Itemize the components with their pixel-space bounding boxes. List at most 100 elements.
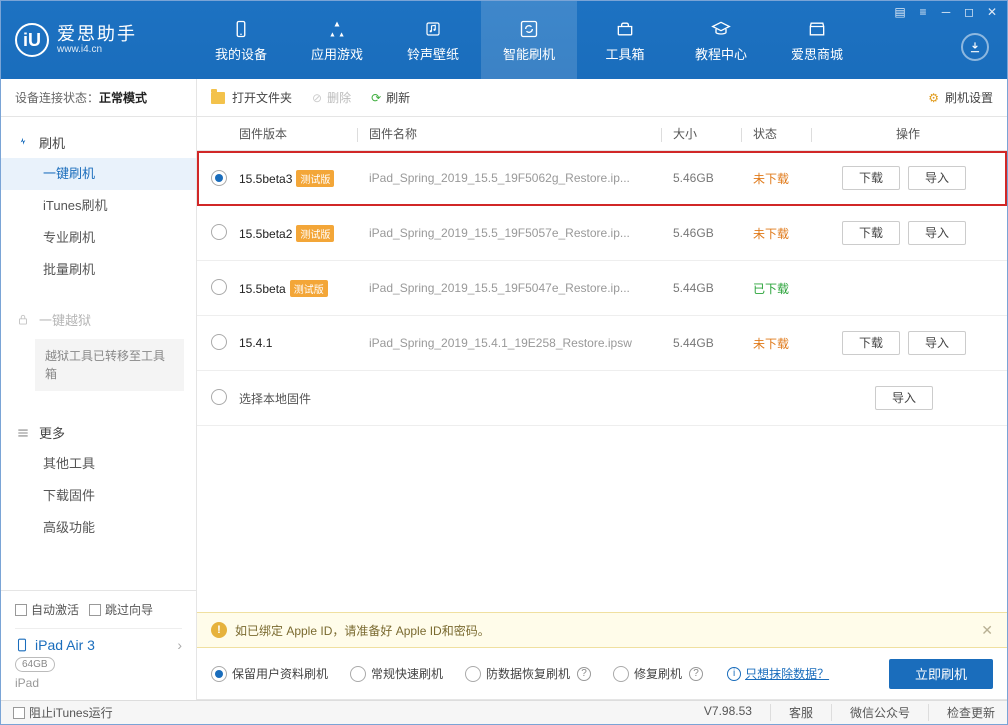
minimize-icon[interactable]: ─ [939,5,953,19]
firmware-table-body: 15.5beta3测试版 iPad_Spring_2019_15.5_19F50… [197,151,1007,612]
device-info-block[interactable]: iPad Air 3 › 64GB iPad [15,628,182,690]
firmware-row[interactable]: 15.5beta2测试版 iPad_Spring_2019_15.5_19F50… [197,206,1007,261]
help-icon[interactable]: ? [577,667,591,681]
sidebar-toggles: 自动激活 跳过向导 [15,601,182,618]
nav-smart-flash[interactable]: 智能刷机 [481,1,577,79]
nav-apps-games[interactable]: 应用游戏 [289,1,385,79]
gear-icon: ⚙ [928,91,939,105]
opt-normal-fast[interactable]: 常规快速刷机 [350,665,443,682]
nav-ringtone-wallpaper[interactable]: 铃声壁纸 [385,1,481,79]
firmware-filename: iPad_Spring_2019_15.4.1_19E258_Restore.i… [369,336,673,350]
import-button[interactable]: 导入 [908,166,966,190]
local-firmware-row[interactable]: 选择本地固件 导入 [197,371,1007,426]
row-radio[interactable] [211,279,227,295]
radio-icon [613,666,629,682]
nav-tutorial[interactable]: 教程中心 [673,1,769,79]
nav-label: 应用游戏 [311,44,363,63]
menu-icon[interactable]: ≡ [916,5,930,19]
apple-id-tip: ! 如已绑定 Apple ID，请准备好 Apple ID和密码。 ✕ [197,612,1007,648]
opt-anti-recover[interactable]: 防数据恢复刷机? [465,665,591,682]
row-radio[interactable] [211,224,227,240]
sidebar: 设备连接状态：正常模式 刷机 一键刷机 iTunes刷机 专业刷机 批量刷机 一… [1,79,197,700]
firmware-row[interactable]: 15.4.1 iPad_Spring_2019_15.4.1_19E258_Re… [197,316,1007,371]
sidebar-group-more: 更多 其他工具 下载固件 高级功能 [1,407,196,552]
row-radio[interactable] [211,334,227,350]
nav-my-device[interactable]: 我的设备 [193,1,289,79]
download-indicator-icon[interactable] [961,33,989,61]
sidebar-item-other-tools[interactable]: 其他工具 [1,448,196,480]
sidebar-group-flash: 刷机 一键刷机 iTunes刷机 专业刷机 批量刷机 [1,117,196,294]
open-folder-button[interactable]: 打开文件夹 [211,89,292,106]
skip-guide-checkbox[interactable]: 跳过向导 [89,601,153,618]
download-button[interactable]: 下载 [842,166,900,190]
opt-repair[interactable]: 修复刷机? [613,665,703,682]
opt-keep-data[interactable]: 保留用户资料刷机 [211,665,328,682]
sidebar-bottom: 自动激活 跳过向导 iPad Air 3 › 64GB iPad [1,590,196,700]
statusbar: 阻止iTunes运行 V7.98.53 客服 微信公众号 检查更新 [1,700,1007,724]
list-icon[interactable]: ▤ [893,5,907,19]
flash-settings-button[interactable]: ⚙刷机设置 [928,89,993,106]
erase-only-link[interactable]: 只想抹除数据？ [745,665,829,682]
refresh-icon: ⟳ [371,91,381,105]
top-nav: 我的设备 应用游戏 铃声壁纸 智能刷机 工具箱 教程中心 爱思商城 [193,1,865,79]
firmware-filename: iPad_Spring_2019_15.5_19F5047e_Restore.i… [369,281,673,295]
app-logo-icon: iU [15,23,49,57]
nav-mall[interactable]: 爱思商城 [769,1,865,79]
import-button[interactable]: 导入 [908,221,966,245]
device-capacity-badge: 64GB [15,657,55,672]
close-tip-icon[interactable]: ✕ [981,622,993,639]
help-icon[interactable]: ? [689,667,703,681]
info-icon[interactable]: i [727,667,741,681]
download-button[interactable]: 下载 [842,331,900,355]
sidebar-item-itunes-flash[interactable]: iTunes刷机 [1,190,196,222]
sidebar-item-pro-flash[interactable]: 专业刷机 [1,222,196,254]
sidebar-item-one-click-flash[interactable]: 一键刷机 [1,158,196,190]
beta-tag: 测试版 [296,170,334,187]
tip-text: 如已绑定 Apple ID，请准备好 Apple ID和密码。 [235,622,490,639]
import-button[interactable]: 导入 [875,386,933,410]
nav-label: 我的设备 [215,44,267,63]
delete-button: ⊘删除 [312,89,351,106]
refresh-button[interactable]: ⟳刷新 [371,89,410,106]
firmware-status: 未下载 [753,335,823,352]
firmware-version: 15.5beta [239,282,286,296]
firmware-size: 5.46GB [673,226,753,240]
nav-toolbox[interactable]: 工具箱 [577,1,673,79]
flash-now-button[interactable]: 立即刷机 [889,659,993,689]
radio-icon [350,666,366,682]
music-icon [422,18,444,40]
toolbar: 打开文件夹 ⊘删除 ⟳刷新 ⚙刷机设置 [197,79,1007,117]
row-radio[interactable] [211,389,227,405]
firmware-row[interactable]: 15.5beta测试版 iPad_Spring_2019_15.5_19F504… [197,261,1007,316]
th-status: 状态 [753,125,823,142]
sidebar-item-download-firmware[interactable]: 下载固件 [1,480,196,512]
firmware-row[interactable]: 15.5beta3测试版 iPad_Spring_2019_15.5_19F50… [197,151,1007,206]
th-name: 固件名称 [369,125,673,142]
maximize-icon[interactable]: ◻ [962,5,976,19]
check-update-link[interactable]: 检查更新 [928,704,995,721]
sidebar-head-flash[interactable]: 刷机 [1,127,196,158]
wechat-link[interactable]: 微信公众号 [831,704,910,721]
th-version: 固件版本 [239,125,369,142]
sidebar-head-more[interactable]: 更多 [1,417,196,448]
firmware-status: 已下载 [753,280,823,297]
firmware-version: 15.5beta2 [239,227,292,241]
auto-activate-checkbox[interactable]: 自动激活 [15,601,79,618]
customer-service-link[interactable]: 客服 [770,704,813,721]
conn-value: 正常模式 [99,91,147,105]
stop-itunes-checkbox[interactable]: 阻止iTunes运行 [13,704,113,721]
sidebar-item-advanced[interactable]: 高级功能 [1,512,196,544]
statusbar-right: V7.98.53 客服 微信公众号 检查更新 [686,704,995,721]
import-button[interactable]: 导入 [908,331,966,355]
firmware-size: 5.46GB [673,171,753,185]
app-site: www.i4.cn [57,44,137,55]
flash-icon [15,135,31,151]
th-ops: 操作 [823,125,993,142]
conn-label: 设备连接状态： [15,91,99,105]
sidebar-item-batch-flash[interactable]: 批量刷机 [1,254,196,286]
folder-icon [211,92,225,104]
download-button[interactable]: 下载 [842,221,900,245]
firmware-version: 15.4.1 [239,336,272,350]
row-radio[interactable] [211,170,227,186]
close-icon[interactable]: ✕ [985,5,999,19]
